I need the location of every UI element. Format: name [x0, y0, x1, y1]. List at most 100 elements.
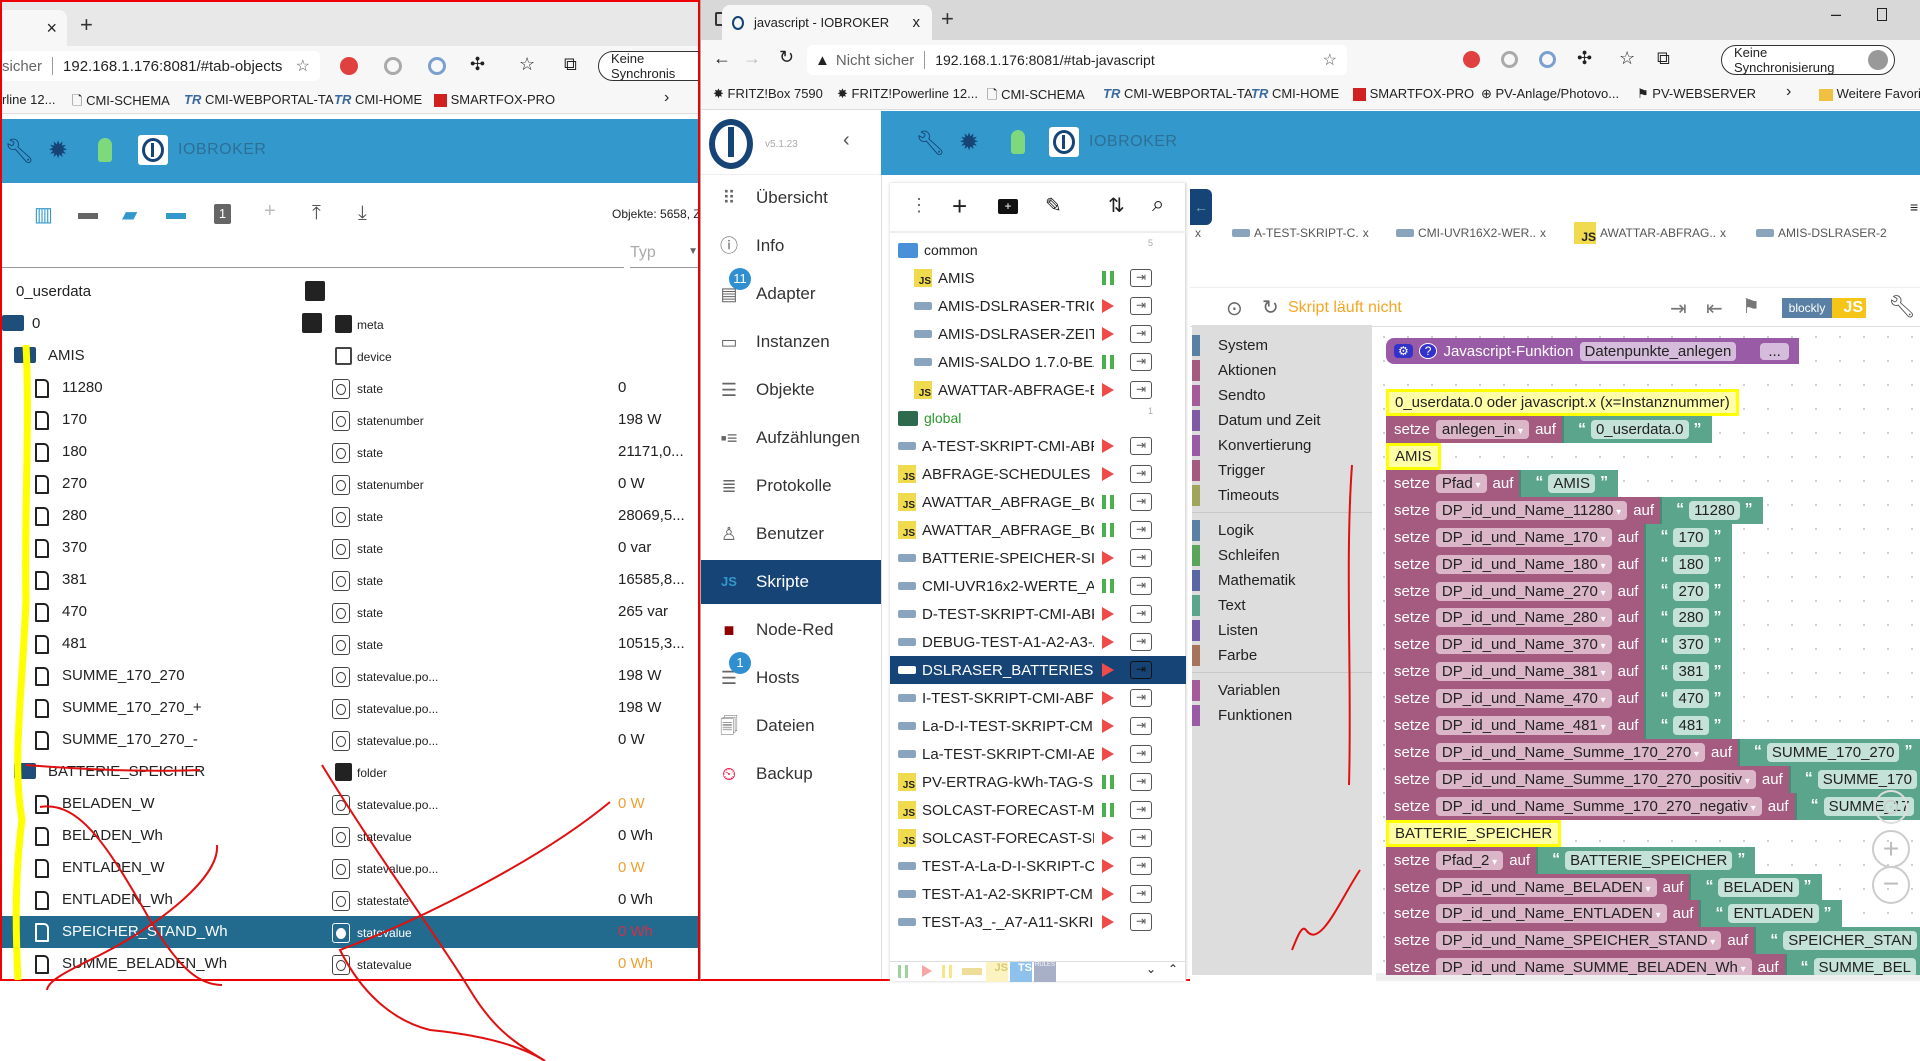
- toolbox-category-trigger[interactable]: Trigger: [1192, 458, 1372, 483]
- object-value[interactable]: 28069,5...: [618, 507, 685, 524]
- toolbox-category-system[interactable]: System: [1192, 333, 1372, 358]
- script-item[interactable]: JS ABFRAGE-SCHEDULES ⇥: [890, 460, 1186, 488]
- script-item[interactable]: TEST-A1-A2-SKRIPT-CMI-A ⇥: [890, 880, 1186, 908]
- open-script-icon[interactable]: ⇥: [1130, 297, 1152, 315]
- bookmark[interactable]: TR CMI-WEBPORTAL-TA: [1103, 86, 1253, 101]
- text-value-field[interactable]: SUMME_170_270: [1766, 742, 1900, 762]
- text-value-field[interactable]: 470: [1673, 689, 1709, 709]
- reload-icon[interactable]: ↻: [779, 47, 794, 68]
- open-script-icon[interactable]: ⇥: [1130, 325, 1152, 343]
- variable-dropdown[interactable]: DP_id_und_Name_ENTLADEN: [1435, 904, 1667, 924]
- toolbox-category-aktionen[interactable]: Aktionen: [1192, 358, 1372, 383]
- object-value[interactable]: 0 Wh: [618, 923, 653, 940]
- object-row[interactable]: BELADEN_Wh statevalue 0 Wh: [2, 820, 698, 852]
- variable-dropdown[interactable]: DP_id_und_Name_180: [1435, 554, 1612, 574]
- object-value[interactable]: 0 W: [618, 859, 645, 876]
- add-folder-icon[interactable]: +: [998, 199, 1018, 214]
- play-icon[interactable]: [1102, 719, 1114, 733]
- collapse-sidebar-icon[interactable]: ‹: [843, 129, 850, 152]
- javascript-function-block[interactable]: ⚙? Javascript-Funktion Datenpunkte_anlegen…: [1386, 338, 1799, 364]
- object-value[interactable]: 0 Wh: [618, 955, 653, 972]
- script-item[interactable]: DEBUG-TEST-A1-A2-A3-A4 ⇥: [890, 628, 1186, 656]
- set-variable-block[interactable]: setze DP_id_und_Name_BELADEN auf “BELADEN”: [1386, 873, 1822, 901]
- back-icon[interactable]: ←: [713, 48, 731, 69]
- text-value-field[interactable]: SUMME_BEL: [1813, 958, 1917, 975]
- open-script-icon[interactable]: ⇥: [1130, 353, 1152, 371]
- script-item[interactable]: JS AWATTAR-ABFRAGE-BÖ ⇥: [890, 376, 1186, 404]
- upload-icon[interactable]: ⤒: [312, 202, 321, 225]
- close-tab-icon[interactable]: x: [1540, 226, 1546, 240]
- sidebar-item-hosts[interactable]: ☰ Hosts 1: [701, 652, 881, 700]
- set-variable-block[interactable]: setze DP_id_und_Name_370 auf “370”: [1386, 631, 1732, 659]
- object-row[interactable]: 11280 state 0: [2, 372, 698, 404]
- open-script-icon[interactable]: ⇥: [1130, 717, 1152, 735]
- editor-tab[interactable]: AMIS-DSLRASER-2: [1756, 220, 1887, 246]
- pause-icon[interactable]: [1102, 355, 1114, 369]
- script-item[interactable]: CMI-UVR16x2-WERTE_ABF ⇥: [890, 572, 1186, 600]
- open-script-icon[interactable]: ⇥: [1130, 689, 1152, 707]
- variable-dropdown[interactable]: anlegen_in: [1435, 420, 1530, 439]
- script-item[interactable]: I-TEST-SKRIPT-CMI-ABFRA ⇥: [890, 684, 1186, 712]
- zoom-in-icon[interactable]: +: [1872, 830, 1910, 868]
- extension-icon[interactable]: [1501, 51, 1518, 68]
- sidebar-item-aufz-hlungen[interactable]: ▪≡ Aufzählungen: [701, 416, 881, 460]
- object-row[interactable]: SPEICHER_STAND_Wh statevalue 0 Wh: [2, 916, 698, 948]
- script-item[interactable]: DSLRASER_BATTERIESPE ⇥: [890, 656, 1186, 684]
- script-item[interactable]: JS SOLCAST-FORECAST-MAC ⇥: [890, 796, 1186, 824]
- object-value[interactable]: 198 W: [618, 699, 661, 716]
- collapse-all-icon[interactable]: ⌄: [1146, 962, 1156, 976]
- filter-blockly-icon[interactable]: blockly: [962, 968, 982, 975]
- object-row[interactable]: SUMME_BELADEN_Wh statevalue 0 Wh: [2, 948, 698, 979]
- object-value[interactable]: 198 W: [618, 411, 661, 428]
- open-script-icon[interactable]: ⇥: [1130, 829, 1152, 847]
- sync-button[interactable]: Keine Synchronis: [598, 51, 698, 81]
- favorites-icon[interactable]: ☆: [1619, 48, 1635, 69]
- add-icon[interactable]: +: [264, 200, 276, 223]
- extension-icon[interactable]: [384, 57, 402, 75]
- open-script-icon[interactable]: ⇥: [1130, 605, 1152, 623]
- open-script-icon[interactable]: ⇥: [1130, 577, 1152, 595]
- open-script-icon[interactable]: ⇥: [1130, 857, 1152, 875]
- object-row[interactable]: 0 meta: [2, 308, 698, 340]
- filter-js-icon[interactable]: JS: [986, 962, 1008, 982]
- script-folder[interactable]: common 5: [890, 236, 1186, 264]
- set-variable-block[interactable]: setze DP_id_und_Name_Summe_170_270_negati…: [1386, 792, 1920, 820]
- text-value-field[interactable]: AMIS: [1548, 473, 1596, 493]
- object-row[interactable]: SUMME_170_270_- statevalue.po... 0 W: [2, 724, 698, 756]
- variable-dropdown[interactable]: DP_id_und_Name_370: [1435, 635, 1612, 655]
- set-variable-block[interactable]: setze DP_id_und_Name_SUMME_BELADEN_Wh auf “…: [1386, 954, 1920, 975]
- bookmark-folder[interactable]: Weitere Favori: [1819, 86, 1920, 101]
- set-variable-block[interactable]: setze DP_id_und_Name_470 auf “470”: [1386, 685, 1732, 713]
- filter-ts-icon[interactable]: TS: [1010, 962, 1032, 982]
- object-value[interactable]: 265 var: [618, 603, 668, 620]
- wrench-icon[interactable]: 🔧︎: [1888, 294, 1916, 320]
- filter-running-icon[interactable]: [898, 965, 908, 978]
- text-value-field[interactable]: SUMME_170: [1817, 769, 1917, 789]
- columns-icon[interactable]: ▥: [34, 202, 53, 227]
- filter-stopped-icon[interactable]: [922, 965, 932, 977]
- bookmark[interactable]: SMARTFOX-PRO: [434, 92, 555, 108]
- script-item[interactable]: AMIS-SALDO 1.7.0-BEZU ⇥: [890, 348, 1186, 376]
- open-script-icon[interactable]: ⇥: [1130, 465, 1152, 483]
- chevron-right-icon[interactable]: ›: [1786, 83, 1791, 101]
- play-icon[interactable]: [1102, 327, 1114, 341]
- variable-dropdown[interactable]: DP_id_und_Name_381: [1435, 662, 1612, 682]
- script-item[interactable]: D-TEST-SKRIPT-CMI-ABFR ⇥: [890, 600, 1186, 628]
- script-folder[interactable]: global 1: [890, 404, 1186, 432]
- play-icon[interactable]: [1102, 299, 1114, 313]
- text-value-field[interactable]: SPEICHER_STAN: [1783, 931, 1918, 951]
- more-vert-icon[interactable]: ⋮: [910, 195, 928, 216]
- pause-icon[interactable]: [1102, 775, 1114, 789]
- text-value-field[interactable]: 170: [1673, 527, 1709, 547]
- set-variable-block[interactable]: setze Pfadauf “AMIS”: [1386, 469, 1619, 497]
- folder-closed-icon[interactable]: ▬: [166, 202, 186, 225]
- variable-dropdown[interactable]: DP_id_und_Name_170: [1435, 527, 1612, 547]
- collapse-list-button[interactable]: ←: [1190, 189, 1212, 225]
- text-value-field[interactable]: ENTLADEN: [1728, 904, 1819, 924]
- open-script-icon[interactable]: ⇥: [1130, 773, 1152, 791]
- filter-rules-icon[interactable]: RULES: [1034, 962, 1056, 982]
- extension-icon[interactable]: [340, 57, 358, 75]
- toolbox-category-timeouts[interactable]: Timeouts: [1192, 483, 1372, 508]
- right-browser-tab[interactable]: javascript - IOBROKER x: [722, 5, 932, 40]
- open-script-icon[interactable]: ⇥: [1130, 493, 1152, 511]
